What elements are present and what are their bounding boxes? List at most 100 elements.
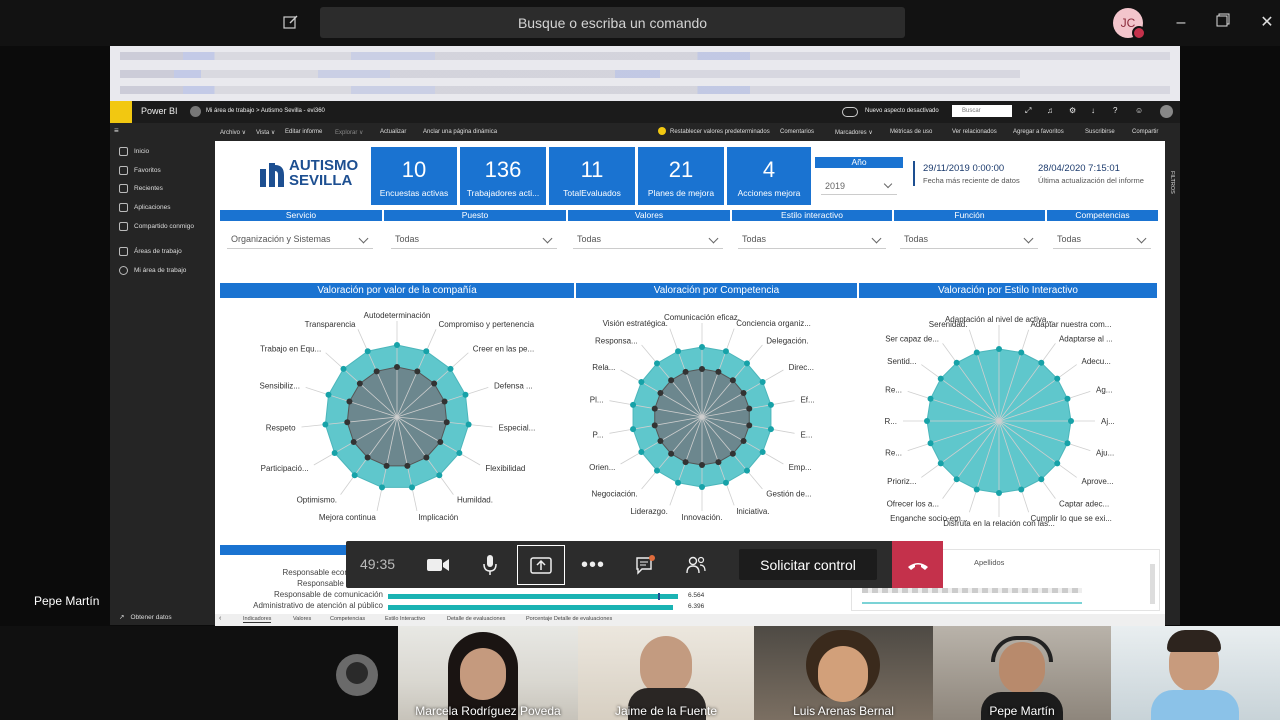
- bell-icon[interactable]: ♫: [1047, 106, 1053, 115]
- participant-video[interactable]: Jaime de la Fuente: [578, 626, 754, 720]
- radar-point-inner: [651, 422, 658, 429]
- share-screen-button[interactable]: [517, 545, 565, 585]
- nav-item-areas[interactable]: Áreas de trabajo: [119, 247, 182, 256]
- radar-point-outer: [456, 450, 463, 456]
- filter-dropdown-puesto[interactable]: Todas: [391, 229, 557, 249]
- avatar[interactable]: JC: [1113, 8, 1146, 40]
- participant-name: Luis Arenas Bernal: [793, 704, 894, 718]
- tab-detalle-evaluaciones[interactable]: Detalle de evaluaciones: [447, 616, 505, 622]
- participant-video[interactable]: [1111, 626, 1280, 720]
- tab-competencias[interactable]: Competencias: [330, 616, 365, 622]
- get-data-button[interactable]: ↗ Obtener datos: [119, 613, 172, 622]
- bar[interactable]: [388, 605, 673, 610]
- radar-chart-competencia[interactable]: Comunicación eficaz.Conciencia organiz..…: [576, 301, 857, 539]
- radar-point-inner: [651, 405, 658, 412]
- tab-prev-icon[interactable]: ‹: [219, 615, 221, 622]
- year-value: 2019: [825, 181, 846, 191]
- radar-chart-valores[interactable]: Autodeterminación Compromiso y pertenenci…: [220, 301, 574, 539]
- breadcrumb[interactable]: Mi área de trabajo > Autismo Sevilla - e…: [206, 108, 325, 114]
- logo-line2: SEVILLA: [289, 172, 353, 189]
- kpi-card[interactable]: 10 Encuestas activas: [371, 147, 457, 205]
- hang-up-button[interactable]: [892, 541, 943, 588]
- account-icon[interactable]: [1160, 105, 1173, 118]
- radar-point-outer: [394, 342, 400, 348]
- radar-point-outer: [447, 365, 454, 372]
- tab-valores[interactable]: Valores: [293, 616, 311, 622]
- edit-report-button[interactable]: Editar informe: [285, 129, 322, 135]
- chevron-down-icon: [883, 179, 893, 189]
- app-launcher-icon[interactable]: [110, 101, 132, 123]
- filter-dropdown-valores[interactable]: Todas: [573, 229, 723, 249]
- camera-button[interactable]: [418, 545, 458, 585]
- maximize-icon[interactable]: [1212, 12, 1234, 34]
- kpi-card[interactable]: 11 TotalEvaluados: [549, 147, 635, 205]
- kpi-card[interactable]: 4 Acciones mejora: [727, 147, 811, 205]
- radar-point-outer: [436, 472, 443, 479]
- filter-dropdown-servicio[interactable]: Organización y Sistemas: [227, 229, 373, 249]
- subscribe-button[interactable]: Suscribirse: [1085, 129, 1115, 135]
- gear-icon[interactable]: ⚙: [1069, 106, 1076, 115]
- chart-title-competencia: Valoración por Competencia: [576, 283, 857, 298]
- new-look-toggle[interactable]: [842, 107, 858, 117]
- bar[interactable]: [388, 594, 678, 599]
- kpi-card[interactable]: 136 Trabajadores acti...: [460, 147, 546, 205]
- scrollbar[interactable]: [1150, 564, 1155, 604]
- compose-icon[interactable]: [282, 13, 300, 31]
- expand-icon[interactable]: ⤢: [1025, 106, 1031, 116]
- year-slicer-dropdown[interactable]: 2019: [821, 177, 897, 195]
- pin-live-page-button[interactable]: Anclar una página dinámica: [423, 129, 497, 135]
- menu-vista[interactable]: Vista ∨: [256, 129, 275, 136]
- more-actions-button[interactable]: •••: [573, 545, 613, 585]
- nav-item-recientes[interactable]: Recientes: [119, 184, 163, 193]
- logo-text: AUTISMO SEVILLA: [289, 158, 358, 188]
- tab-estilo-interactivo[interactable]: Estilo Interactivo: [385, 616, 425, 622]
- nav-label: Áreas de trabajo: [134, 248, 182, 255]
- filter-dropdown-competencias[interactable]: Todas: [1053, 229, 1151, 249]
- tab-porcentaje-detalle[interactable]: Porcentaje Detalle de evaluaciones: [526, 616, 612, 622]
- nav-item-inicio[interactable]: Inicio: [119, 147, 149, 156]
- collapse-menu-icon[interactable]: ≡: [114, 126, 119, 135]
- bookmarks-button[interactable]: Marcadores ∨: [835, 129, 873, 136]
- nav-item-aplicaciones[interactable]: Aplicaciones: [119, 203, 171, 212]
- filter-dropdown-estilo[interactable]: Todas: [738, 229, 886, 249]
- search-input[interactable]: Buscar: [952, 105, 1012, 117]
- usage-metrics-button[interactable]: Métricas de uso: [890, 129, 932, 135]
- nav-item-favoritos[interactable]: Favoritos: [119, 166, 161, 175]
- download-icon[interactable]: ↓: [1091, 106, 1095, 115]
- radar-point-outer: [675, 348, 682, 355]
- explore-button[interactable]: Explorar ∨: [335, 129, 363, 136]
- radar-chart-estilo[interactable]: Adaptación al nivel de activa...Adaptar …: [859, 301, 1157, 539]
- participant-video[interactable]: Luis Arenas Bernal: [754, 626, 933, 720]
- search-command-bar[interactable]: Busque o escriba un comando: [320, 7, 905, 38]
- menu-archivo[interactable]: Archivo ∨: [220, 129, 246, 136]
- tab-indicadores[interactable]: Indicadores: [243, 616, 272, 623]
- reset-defaults-button[interactable]: Restablecer valores predeterminados: [670, 129, 770, 135]
- filters-pane-collapsed[interactable]: FILTROS: [1165, 141, 1180, 625]
- participant-video[interactable]: Marcela Rodríguez Poveda: [398, 626, 578, 720]
- nav-item-compartido[interactable]: Compartido conmigo: [119, 222, 194, 231]
- share-button[interactable]: Compartir: [1132, 129, 1158, 135]
- avatar[interactable]: [336, 654, 378, 696]
- request-control-button[interactable]: Solicitar control: [739, 549, 877, 580]
- minimize-icon[interactable]: –: [1170, 12, 1192, 34]
- chat-button[interactable]: [625, 545, 665, 585]
- help-icon[interactable]: ?: [1113, 106, 1117, 115]
- radar-axis-label: Aju...: [1096, 449, 1114, 458]
- add-favorites-button[interactable]: Agregar a favoritos: [1013, 129, 1064, 135]
- participants-button[interactable]: [676, 545, 716, 585]
- feedback-icon[interactable]: ☺: [1135, 106, 1143, 115]
- microphone-button[interactable]: [470, 545, 510, 585]
- nav-label: Obtener datos: [130, 613, 172, 621]
- radar-axis-label: Aprove...: [1082, 477, 1114, 486]
- filter-dropdown-funcion[interactable]: Todas: [900, 229, 1038, 249]
- participant-video[interactable]: Pepe Martín: [933, 626, 1111, 720]
- close-icon[interactable]: ✕: [1256, 12, 1278, 34]
- kpi-card[interactable]: 21 Planes de mejora: [638, 147, 724, 205]
- powerbi-toolbar: ≡ Archivo ∨ Vista ∨ Editar informe Explo…: [110, 123, 1180, 141]
- view-related-button[interactable]: Ver relacionados: [952, 129, 997, 135]
- refresh-button[interactable]: Actualizar: [380, 129, 406, 135]
- kpi-value: 136: [484, 157, 522, 182]
- comments-button[interactable]: Comentarios: [780, 129, 814, 135]
- nav-item-mi-area[interactable]: Mi área de trabajo: [119, 266, 186, 275]
- radar-point-outer: [340, 365, 347, 372]
